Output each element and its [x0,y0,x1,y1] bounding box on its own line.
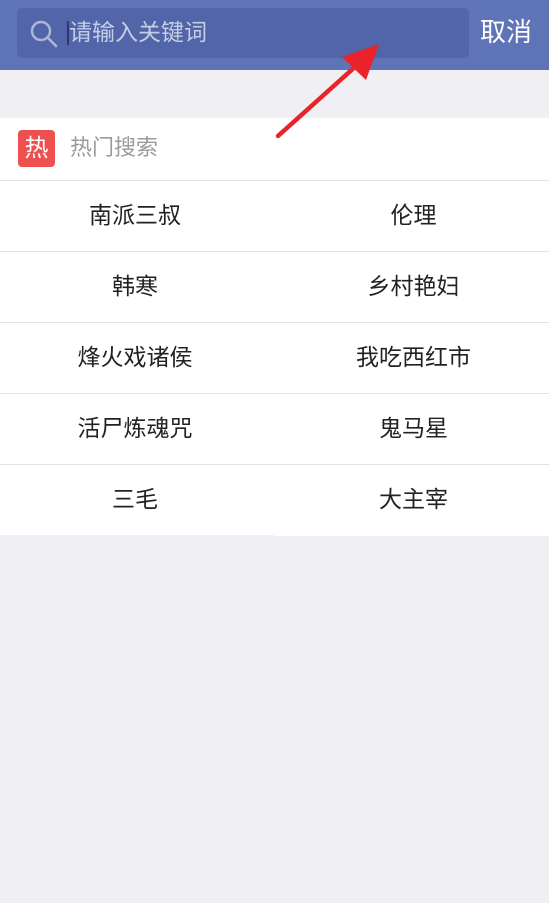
hot-search-item[interactable]: 烽火戏诸侯 [0,323,270,393]
cancel-button[interactable]: 取消 [476,12,536,54]
search-icon [30,20,58,48]
hot-search-item[interactable]: 韩寒 [0,252,270,322]
hot-search-item[interactable]: 活尸炼魂咒 [0,394,270,464]
hot-search-row: 南派三叔 伦理 [0,181,549,252]
hot-search-title: 热门搜索 [70,136,159,161]
hot-search-item[interactable]: 伦理 [278,181,549,251]
search-box[interactable] [17,8,469,58]
hot-search-item[interactable]: 三毛 [0,465,270,535]
hot-search-item[interactable]: 南派三叔 [0,181,270,251]
hot-search-row: 活尸炼魂咒 鬼马星 [0,394,549,465]
hot-search-row: 韩寒 乡村艳妇 [0,252,549,323]
hot-badge-icon: 热 [18,130,55,167]
hot-search-item[interactable]: 大主宰 [278,465,549,535]
hot-search-header: 热 热门搜索 [0,118,549,181]
hot-search-row: 三毛 大主宰 [0,465,549,536]
hot-search-item[interactable]: 我吃西红市 [278,323,549,393]
hot-search-row: 烽火戏诸侯 我吃西红市 [0,323,549,394]
search-header: 取消 [0,0,549,70]
hot-search-item[interactable]: 鬼马星 [278,394,549,464]
search-input[interactable] [69,8,459,58]
page: 取消 热 热门搜索 南派三叔 伦理 韩寒 乡村艳妇 烽火戏诸侯 我吃西红市 活尸… [0,0,549,903]
hot-search-list: 南派三叔 伦理 韩寒 乡村艳妇 烽火戏诸侯 我吃西红市 活尸炼魂咒 鬼马星 三毛… [0,181,549,536]
hot-search-item[interactable]: 乡村艳妇 [278,252,549,322]
